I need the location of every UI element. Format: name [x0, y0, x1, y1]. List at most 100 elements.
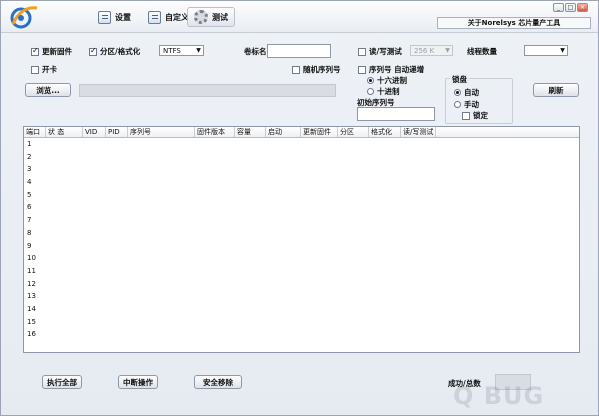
- thread-count-label: 线程数量: [467, 47, 497, 56]
- table-row[interactable]: 10: [24, 252, 579, 265]
- browse-button[interactable]: 浏览...: [25, 83, 71, 97]
- radio-dot: [454, 89, 461, 96]
- lock-disk-title: 锁盘: [450, 74, 469, 85]
- volume-label-label: 卷标名: [244, 47, 267, 56]
- table-body: 1 2 3 4 5 6 7 8 9 10 11 12 13 14 15 16: [24, 138, 579, 341]
- checkbox-box: [358, 47, 366, 56]
- open-card-checkbox[interactable]: 开卡: [31, 64, 57, 75]
- chevron-down-icon: ▼: [560, 47, 565, 54]
- initial-serial-input[interactable]: [357, 107, 435, 121]
- firmware-path-field: [79, 84, 336, 97]
- update-firmware-label: 更新固件: [42, 47, 72, 56]
- radio-dot: [367, 88, 374, 95]
- custom-doc-icon: [148, 10, 161, 24]
- col-format[interactable]: 格式化: [369, 127, 401, 137]
- device-table[interactable]: 端口 状 态 VID PID 序列号 固件版本 容量 启动 更新固件 分区 格式…: [23, 126, 580, 353]
- lock-checkbox[interactable]: 锁定: [462, 110, 488, 121]
- watermark-logo: Q BUG: [453, 382, 545, 410]
- rw-size-select[interactable]: 256 K ▼: [410, 45, 453, 56]
- checkbox-box: [462, 111, 470, 120]
- col-capacity[interactable]: 容量: [235, 127, 266, 137]
- checkbox-box: [89, 46, 97, 56]
- table-row[interactable]: 11: [24, 265, 579, 278]
- close-button[interactable]: ×: [577, 3, 588, 12]
- table-row[interactable]: 3: [24, 163, 579, 176]
- update-firmware-checkbox[interactable]: 更新固件: [31, 46, 72, 57]
- tab-settings-label: 设置: [115, 12, 131, 22]
- table-header: 端口 状 态 VID PID 序列号 固件版本 容量 启动 更新固件 分区 格式…: [24, 127, 579, 138]
- chevron-down-icon: ▼: [196, 47, 201, 54]
- col-partition[interactable]: 分区: [338, 127, 369, 137]
- partition-format-label: 分区/格式化: [100, 47, 141, 56]
- random-serial-label: 随机序列号: [303, 65, 341, 74]
- filesystem-value: NTFS: [163, 46, 181, 55]
- table-row[interactable]: 5: [24, 189, 579, 202]
- settings-doc-icon: [98, 10, 111, 24]
- tab-custom-label: 自定义: [165, 12, 189, 22]
- tab-settings[interactable]: 设置: [91, 7, 138, 27]
- table-row[interactable]: 1: [24, 138, 579, 151]
- lock-manual-radio[interactable]: 手动: [454, 99, 479, 110]
- toolbar: 设置 自定义 测试 _ □ × 关于Norelsys 芯片量产工具: [1, 1, 598, 33]
- table-row[interactable]: 2: [24, 151, 579, 164]
- checkbox-box: [31, 46, 39, 56]
- hex-label: 十六进制: [377, 76, 407, 85]
- col-status[interactable]: 状 态: [46, 127, 83, 137]
- rw-test-checkbox[interactable]: 读/写测试: [358, 46, 402, 57]
- lock-manual-label: 手动: [464, 100, 479, 109]
- app-window: 设置 自定义 测试 _ □ × 关于Norelsys 芯片量产工具 更新固件 分…: [0, 0, 599, 416]
- app-logo-icon: [10, 6, 38, 29]
- col-rw-test[interactable]: 读/写测试: [401, 127, 436, 137]
- dec-radio[interactable]: 十进制: [367, 86, 400, 97]
- hex-radio[interactable]: 十六进制: [367, 75, 407, 86]
- lock-auto-radio[interactable]: 自动: [454, 87, 479, 98]
- col-vid[interactable]: VID: [83, 127, 106, 137]
- serial-auto-increment-checkbox[interactable]: 序列号 自动递增: [358, 64, 424, 75]
- dec-label: 十进制: [377, 87, 400, 96]
- serial-auto-increment-label: 序列号 自动递增: [369, 65, 425, 74]
- col-update-firmware[interactable]: 更新固件: [301, 127, 338, 137]
- radio-dot: [367, 77, 374, 84]
- table-row[interactable]: 9: [24, 240, 579, 253]
- checkbox-box: [358, 65, 366, 74]
- col-pid[interactable]: PID: [106, 127, 128, 137]
- minimize-button[interactable]: _: [553, 3, 564, 12]
- window-controls: _ □ ×: [553, 3, 588, 12]
- col-port[interactable]: 端口: [24, 127, 46, 137]
- table-row[interactable]: 12: [24, 278, 579, 291]
- rw-size-value: 256 K: [414, 46, 435, 55]
- radio-dot: [454, 101, 461, 108]
- partition-format-checkbox[interactable]: 分区/格式化: [89, 46, 140, 57]
- about-app-title[interactable]: 关于Norelsys 芯片量产工具: [437, 17, 591, 29]
- safe-remove-button[interactable]: 安全移除: [194, 375, 242, 389]
- checkbox-box: [292, 65, 300, 74]
- gear-icon: [194, 10, 208, 24]
- random-serial-checkbox[interactable]: 随机序列号: [292, 64, 341, 75]
- lock-label: 锁定: [473, 111, 488, 120]
- table-row[interactable]: 4: [24, 176, 579, 189]
- filesystem-select[interactable]: NTFS ▼: [159, 45, 204, 56]
- table-row[interactable]: 15: [24, 316, 579, 329]
- col-serial[interactable]: 序列号: [128, 127, 195, 137]
- volume-label-input[interactable]: [267, 44, 331, 58]
- open-card-label: 开卡: [42, 65, 57, 74]
- tab-test[interactable]: 测试: [187, 7, 235, 27]
- tab-test-label: 测试: [212, 12, 228, 22]
- table-row[interactable]: 14: [24, 303, 579, 316]
- col-boot[interactable]: 启动: [266, 127, 301, 137]
- chevron-down-icon: ▼: [445, 47, 450, 54]
- table-row[interactable]: 8: [24, 227, 579, 240]
- rw-test-label: 读/写测试: [369, 47, 402, 56]
- lock-auto-label: 自动: [464, 88, 479, 97]
- run-all-button[interactable]: 执行全部: [42, 375, 82, 389]
- refresh-button[interactable]: 刷新: [533, 83, 579, 97]
- checkbox-box: [31, 65, 39, 74]
- thread-count-select[interactable]: ▼: [524, 45, 568, 56]
- interrupt-button[interactable]: 中断操作: [118, 375, 158, 389]
- table-row[interactable]: 16: [24, 328, 579, 341]
- table-row[interactable]: 13: [24, 290, 579, 303]
- table-row[interactable]: 6: [24, 201, 579, 214]
- table-row[interactable]: 7: [24, 214, 579, 227]
- col-firmware-version[interactable]: 固件版本: [195, 127, 235, 137]
- maximize-button[interactable]: □: [565, 3, 576, 12]
